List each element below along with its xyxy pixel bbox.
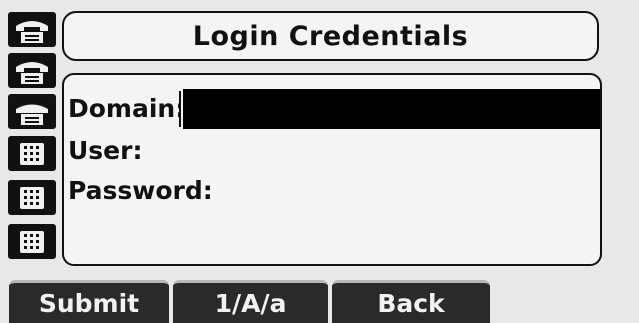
domain-row: Domain: bbox=[68, 91, 185, 125]
line-key-4[interactable] bbox=[8, 136, 56, 171]
login-form: Domain: User: Password: bbox=[62, 73, 602, 266]
password-label: Password: bbox=[68, 175, 213, 205]
user-row[interactable]: User: bbox=[68, 133, 142, 167]
line-key-6[interactable] bbox=[8, 224, 56, 259]
keypad-icon bbox=[20, 143, 44, 165]
keypad-icon bbox=[20, 231, 44, 253]
phone-screen: Login Credentials Domain: User: Password… bbox=[0, 0, 639, 323]
line-key-5[interactable] bbox=[8, 180, 56, 215]
handset-icon bbox=[16, 104, 48, 125]
handset-icon bbox=[16, 21, 48, 43]
submit-button[interactable]: Submit bbox=[9, 280, 169, 323]
input-mode-button[interactable]: 1/A/a bbox=[173, 280, 328, 323]
title-bar: Login Credentials bbox=[62, 11, 599, 61]
domain-field[interactable] bbox=[181, 89, 600, 129]
line-key-1[interactable] bbox=[8, 12, 56, 47]
page-title: Login Credentials bbox=[192, 20, 469, 52]
password-row[interactable]: Password: bbox=[68, 173, 213, 207]
line-key-2[interactable] bbox=[8, 53, 56, 88]
back-button[interactable]: Back bbox=[332, 280, 490, 323]
keypad-icon bbox=[20, 187, 44, 209]
line-key-3[interactable] bbox=[8, 94, 56, 129]
domain-label: Domain: bbox=[68, 93, 186, 123]
user-label: User: bbox=[68, 135, 143, 165]
handset-icon bbox=[16, 62, 48, 84]
